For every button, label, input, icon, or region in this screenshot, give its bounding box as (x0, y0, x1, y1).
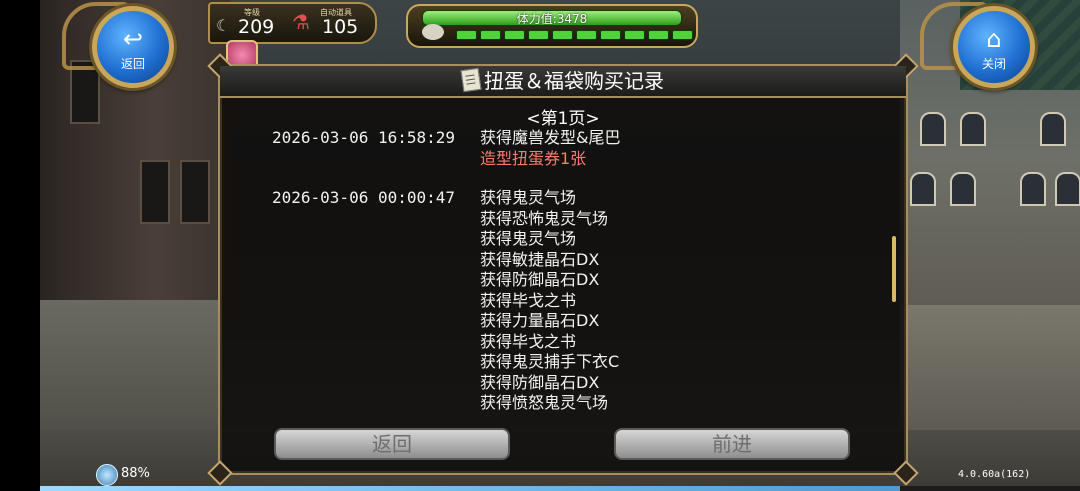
dialog-title: 扭蛋＆福袋购买记录 (484, 69, 664, 93)
auto-item-value: 105 (322, 16, 359, 38)
level-icon: ☾ (216, 16, 231, 35)
record-item: 获得防御晶石DX (480, 372, 600, 392)
stamina-text: 体力值:3478 (516, 12, 588, 26)
back-round-button[interactable]: ↩ 返回 (92, 6, 174, 88)
record-items: 获得鬼灵气场 获得恐怖鬼灵气场 获得鬼灵气场 获得敏捷晶石DX 获得防御晶石DX… (480, 188, 619, 412)
potion-icon: ⚗ (292, 10, 310, 34)
energy-segment (552, 30, 573, 40)
record-item: 获得鬼灵气场 (480, 188, 577, 207)
record-item: 获得力量晶石DX (480, 311, 600, 330)
energy-segment (504, 30, 525, 40)
energy-segment (600, 30, 621, 40)
record-date: 2026-03-06 16:58:29 (272, 128, 456, 147)
record-item: 获得毕戈之书 (480, 331, 577, 351)
experience-fill (40, 486, 900, 491)
window (140, 160, 170, 224)
record-item: 获得敏捷晶石DX (480, 249, 600, 269)
record-item-highlight: 造型扭蛋券1张 (480, 148, 587, 168)
energy-segment (672, 30, 693, 40)
document-icon (460, 67, 482, 93)
forward-page-button[interactable]: 前进 (614, 428, 850, 460)
level-value: 209 (238, 16, 275, 38)
right-stone-wall (900, 305, 1080, 445)
energy-segment (648, 30, 669, 40)
record-item: 获得鬼灵捕手下衣C (480, 352, 620, 371)
network-status: 88% (121, 466, 150, 481)
record-date: 2026-03-06 00:00:47 (272, 188, 456, 207)
window (960, 112, 986, 146)
record-item: 获得魔兽发型&尾巴 (480, 128, 621, 147)
close-round-button-label: 关闭 (981, 57, 1006, 71)
record-list[interactable]: 2026-03-06 16:58:29 获得魔兽发型&尾巴 造型扭蛋券1张 20… (220, 122, 880, 412)
purchase-history-dialog: 扭蛋＆福袋购买记录 <第1页> 2026-03-06 16:58:29 获得魔兽… (207, 53, 919, 486)
network-icon (96, 464, 118, 486)
moon-icon (422, 24, 444, 40)
energy-segments (456, 30, 693, 40)
window (1055, 172, 1080, 206)
window (950, 172, 976, 206)
screen-edge-bar (0, 0, 40, 491)
record-item: 获得愤怒鬼灵气场 (480, 393, 609, 412)
left-stone-wall (40, 300, 220, 450)
record-item: 获得毕戈之书 (480, 290, 577, 310)
scrollbar-thumb[interactable] (892, 236, 896, 302)
window (910, 172, 936, 206)
energy-segment (456, 30, 477, 40)
record-item: 获得恐怖鬼灵气场 (480, 208, 609, 228)
record-item: 获得鬼灵气场 (480, 229, 577, 248)
energy-segment (528, 30, 549, 40)
window (1020, 172, 1046, 206)
window (920, 112, 946, 146)
energy-segment (624, 30, 645, 40)
home-icon: ⌂ (986, 25, 1002, 53)
player-stats-plate: 等级 209 ☾ ⚗ 自动道具 105 (208, 2, 377, 44)
stamina-frame: 体力值:3478 (406, 4, 698, 48)
window (180, 160, 210, 224)
back-page-button[interactable]: 返回 (274, 428, 510, 460)
record-item: 获得防御晶石DX (480, 270, 600, 289)
back-arrow-icon: ↩ (122, 25, 144, 53)
stamina-bar: 体力值:3478 (422, 10, 682, 26)
energy-segment (576, 30, 597, 40)
close-round-button[interactable]: ⌂ 关闭 (953, 6, 1035, 88)
dialog-title-bar: 扭蛋＆福袋购买记录 (220, 66, 906, 98)
back-round-button-label: 返回 (120, 57, 145, 71)
version-label: 4.0.60a(162) (958, 469, 1031, 480)
energy-segment (480, 30, 501, 40)
record-items: 获得魔兽发型&尾巴 造型扭蛋券1张 (480, 128, 620, 169)
window (1040, 112, 1066, 146)
